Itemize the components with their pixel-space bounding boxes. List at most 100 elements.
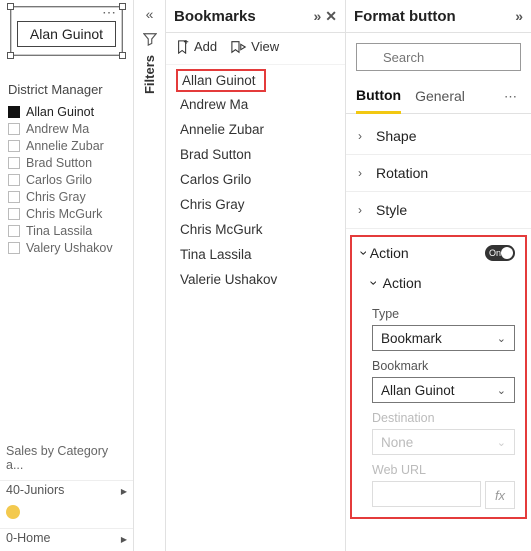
bookmark-item[interactable]: Carlos Grilo xyxy=(176,167,345,192)
bookmark-view-icon xyxy=(231,40,247,54)
resize-handle[interactable] xyxy=(7,3,14,10)
slicer-item-label: Valery Ushakov xyxy=(26,241,113,255)
checkbox-icon[interactable] xyxy=(8,123,20,135)
visual-header[interactable]: Sales by Category a... xyxy=(0,442,133,474)
filters-label: Filters xyxy=(142,55,157,94)
slicer-item[interactable]: Chris Gray xyxy=(8,188,129,205)
button-label[interactable]: Alan Guinot xyxy=(17,21,116,47)
section-shape[interactable]: › Shape xyxy=(346,118,531,155)
destination-value: None xyxy=(381,435,413,450)
bookmark-item[interactable]: Annelie Zubar xyxy=(176,117,345,142)
visual-more-icon[interactable]: ⋯ xyxy=(102,7,116,17)
expand-icon[interactable]: » xyxy=(515,8,523,24)
slicer-item[interactable]: Allan Guinot xyxy=(8,103,129,120)
section-style[interactable]: › Style xyxy=(346,192,531,229)
bookmark-add-button[interactable]: Add xyxy=(176,39,217,54)
slicer-item-label: Brad Sutton xyxy=(26,156,92,170)
checkbox-icon[interactable] xyxy=(8,225,20,237)
slicer-item-label: Tina Lassila xyxy=(26,224,92,238)
slicer-item[interactable]: Tina Lassila xyxy=(8,222,129,239)
bookmark-item[interactable]: Valerie Ushakov xyxy=(176,267,345,292)
expand-icon[interactable]: » xyxy=(313,8,321,24)
section-label: Style xyxy=(376,202,407,218)
slicer-item[interactable]: Annelie Zubar xyxy=(8,137,129,154)
checkbox-icon[interactable] xyxy=(8,242,20,254)
checkbox-icon[interactable] xyxy=(8,157,20,169)
bookmark-view-button[interactable]: View xyxy=(231,39,279,54)
slicer-item-label: Allan Guinot xyxy=(26,105,94,119)
action-label: Action xyxy=(370,245,409,261)
bookmark-label: Bookmark xyxy=(372,359,515,373)
selected-button-visual[interactable]: ⋯ Alan Guinot xyxy=(10,6,123,56)
section-label: Rotation xyxy=(376,165,428,181)
bookmark-dropdown[interactable]: Allan Guinot ⌄ xyxy=(372,377,515,403)
chevron-down-icon: ⌄ xyxy=(497,436,506,449)
slicer-item[interactable]: Chris McGurk xyxy=(8,205,129,222)
slicer-item-label: Andrew Ma xyxy=(26,122,89,136)
page-tab-home[interactable]: 0-Home xyxy=(0,528,133,547)
chevron-right-icon: › xyxy=(358,129,370,143)
slicer-item-label: Chris Gray xyxy=(26,190,86,204)
filters-pane-collapsed[interactable]: « Filters xyxy=(134,0,166,551)
page-tab-juniors[interactable]: 40-Juniors xyxy=(0,480,133,499)
slicer-item-label: Carlos Grilo xyxy=(26,173,92,187)
slicer-item[interactable]: Valery Ushakov xyxy=(8,239,129,256)
slicer-item[interactable]: Carlos Grilo xyxy=(8,171,129,188)
district-manager-slicer: District Manager Allan Guinot Andrew Ma An… xyxy=(8,82,129,256)
bookmark-item[interactable]: Tina Lassila xyxy=(176,242,345,267)
toggle-text: On xyxy=(489,248,501,258)
bookmarks-pane: Bookmarks » ✕ Add View Allan GuinotAndre… xyxy=(166,0,346,551)
chevron-right-icon: › xyxy=(358,203,370,217)
bookmark-item[interactable]: Allan Guinot xyxy=(176,69,266,92)
chart-marker-icon xyxy=(6,505,20,519)
weburl-label: Web URL xyxy=(372,463,515,477)
slicer-item[interactable]: Andrew Ma xyxy=(8,120,129,137)
bookmark-item[interactable]: Brad Sutton xyxy=(176,142,345,167)
slicer-item-label: Annelie Zubar xyxy=(26,139,104,153)
more-icon[interactable]: ⋯ xyxy=(504,89,521,105)
section-label: Shape xyxy=(376,128,416,144)
weburl-input xyxy=(372,481,481,507)
bookmarks-title: Bookmarks xyxy=(174,8,256,25)
visual-title-label: Sales by Category a... xyxy=(6,444,127,472)
bookmark-item[interactable]: Chris McGurk xyxy=(176,217,345,242)
resize-handle[interactable] xyxy=(7,52,14,59)
page-label: 0-Home xyxy=(6,531,50,545)
chevron-down-icon: › xyxy=(356,251,372,256)
page-label: 40-Juniors xyxy=(6,483,64,497)
resize-handle[interactable] xyxy=(119,52,126,59)
format-title: Format button xyxy=(354,8,456,25)
checkbox-icon[interactable] xyxy=(8,106,20,118)
filter-icon xyxy=(143,32,157,49)
format-search-input[interactable] xyxy=(356,43,521,71)
fx-button[interactable]: fx xyxy=(485,481,515,509)
close-icon[interactable]: ✕ xyxy=(325,8,337,25)
chevron-down-icon: ⌄ xyxy=(497,384,506,397)
collapse-icon[interactable]: « xyxy=(146,6,154,22)
chevron-right-icon xyxy=(121,531,127,545)
type-dropdown[interactable]: Bookmark ⌄ xyxy=(372,325,515,351)
checkbox-icon[interactable] xyxy=(8,140,20,152)
resize-handle[interactable] xyxy=(119,3,126,10)
chevron-right-icon xyxy=(121,483,127,497)
add-label: Add xyxy=(194,39,217,54)
action-toggle[interactable]: On xyxy=(485,245,515,261)
tab-general[interactable]: General xyxy=(415,82,465,112)
checkbox-icon[interactable] xyxy=(8,208,20,220)
action-sub-label: Action xyxy=(383,275,422,291)
tab-button[interactable]: Button xyxy=(356,81,401,114)
toggle-knob xyxy=(501,247,513,259)
slicer-title: District Manager xyxy=(8,82,129,97)
bookmark-item[interactable]: Chris Gray xyxy=(176,192,345,217)
slicer-item[interactable]: Brad Sutton xyxy=(8,154,129,171)
type-label: Type xyxy=(372,307,515,321)
bookmark-value: Allan Guinot xyxy=(381,383,455,398)
type-value: Bookmark xyxy=(381,331,442,346)
checkbox-icon[interactable] xyxy=(8,174,20,186)
checkbox-icon[interactable] xyxy=(8,191,20,203)
report-canvas: ⋯ Alan Guinot District Manager Allan Gui… xyxy=(0,0,134,551)
bookmark-item[interactable]: Andrew Ma xyxy=(176,92,345,117)
view-label: View xyxy=(251,39,279,54)
destination-dropdown: None ⌄ xyxy=(372,429,515,455)
section-rotation[interactable]: › Rotation xyxy=(346,155,531,192)
